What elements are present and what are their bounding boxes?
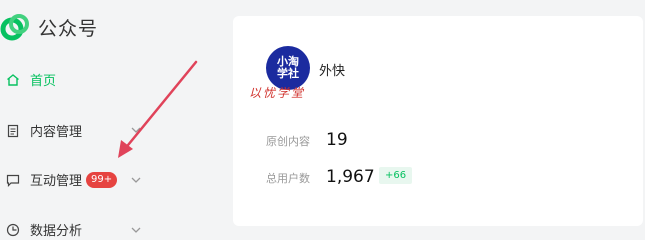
document-icon (7, 124, 19, 137)
avatar-text: 小淘学社 (277, 55, 299, 80)
sidebar-item-home[interactable]: 首页 (6, 70, 56, 89)
clock-chart-icon (6, 223, 20, 236)
sidebar-item-analytics[interactable]: 数据分析 (6, 220, 82, 239)
sidebar: 公众号 首页 内容管理 互动管理 99+ 数据分析 (0, 0, 220, 240)
chevron-down-icon[interactable] (130, 224, 142, 236)
wechat-official-logo-icon (0, 14, 29, 41)
brand-name: 公众号 (38, 17, 99, 40)
stat-label-total-users: 总用户数 (266, 172, 310, 185)
sidebar-item-label: 内容管理 (30, 125, 83, 140)
chevron-down-icon[interactable] (130, 174, 142, 186)
sidebar-item-label: 互动管理 (30, 174, 83, 189)
message-icon (6, 174, 20, 187)
stat-label-original-content: 原创内容 (266, 135, 310, 148)
stat-value-original-content: 19 (326, 130, 348, 150)
account-overview-panel: 小淘学社 外快 以忧学堂 原创内容 19 总用户数 1,967 +66 (233, 16, 643, 226)
stat-value-total-users: 1,967 (326, 167, 375, 187)
stat-delta-badge: +66 (379, 167, 413, 184)
sidebar-item-label: 数据分析 (30, 224, 83, 239)
home-icon (7, 73, 19, 86)
sidebar-item-label: 首页 (30, 74, 57, 89)
chevron-down-icon[interactable] (130, 124, 142, 136)
watermark: 以忧学堂 (249, 86, 306, 100)
sidebar-item-interaction[interactable]: 互动管理 99+ (6, 170, 118, 189)
account-name: 外快 (319, 64, 346, 79)
notification-badge: 99+ (86, 171, 118, 188)
brand[interactable]: 公众号 (0, 12, 98, 42)
sidebar-item-content[interactable]: 内容管理 (6, 121, 82, 140)
